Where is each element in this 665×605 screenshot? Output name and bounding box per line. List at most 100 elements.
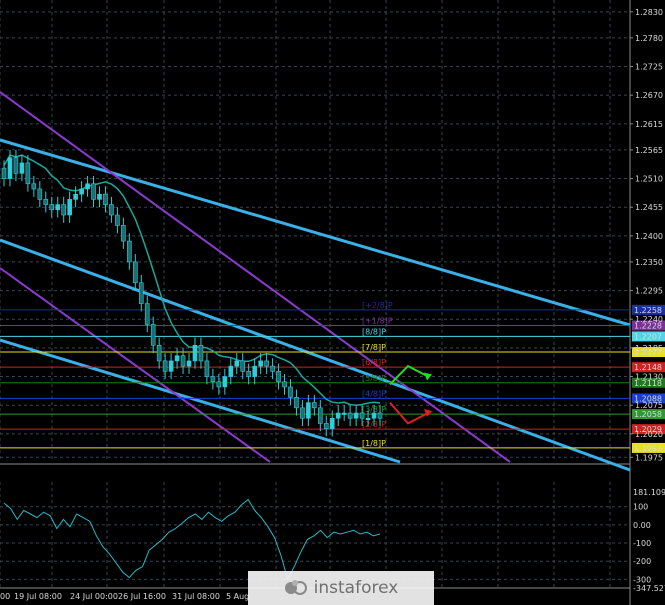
- price-tick-label: 1.2830: [635, 8, 663, 17]
- candle: [204, 360, 210, 377]
- candle: [127, 240, 132, 263]
- level-price-tag-text: 1.1993: [634, 444, 662, 453]
- candle: [73, 193, 78, 200]
- candle: [85, 183, 90, 190]
- candle: [156, 344, 162, 362]
- price-tick-label: 1.2780: [635, 34, 663, 43]
- candle: [258, 360, 263, 367]
- candle: [43, 199, 49, 205]
- candle: [97, 193, 102, 200]
- candle: [144, 303, 150, 325]
- candle: [7, 157, 13, 179]
- candle: [371, 412, 377, 419]
- candle: [109, 204, 114, 216]
- price-tick-label: 1.2295: [635, 287, 663, 296]
- candle: [323, 423, 329, 429]
- level-price-tag-text: 1.2058: [634, 410, 662, 419]
- candle: [270, 365, 275, 372]
- candle: [240, 360, 246, 372]
- price-tick-label: 1.2400: [635, 232, 663, 241]
- candle: [49, 204, 55, 211]
- candle: [61, 204, 66, 216]
- candle: [103, 193, 108, 205]
- level-label: [+2/8]P: [362, 301, 393, 310]
- candle: [115, 214, 120, 226]
- candle: [186, 360, 192, 367]
- candle: [353, 412, 359, 419]
- level-label: [8/8]P: [362, 327, 386, 336]
- candle: [19, 162, 25, 174]
- candle: [180, 355, 186, 367]
- candle: [150, 324, 156, 346]
- candle: [228, 365, 234, 377]
- candle: [276, 371, 281, 383]
- candle: [37, 188, 43, 200]
- candle: [222, 376, 228, 388]
- time-axis: 00 19 Jul 08:00 24 Jul 00:00 26 Jul 16:00 31…: [0, 592, 249, 601]
- osc-tick-label: -347.527: [633, 584, 665, 593]
- candle: [216, 381, 222, 388]
- price-tick-label: 1.2350: [635, 258, 663, 267]
- instaforex-logo-icon: [284, 580, 307, 595]
- price-tick-label: 1.2130: [635, 373, 663, 382]
- price-tick-label: 1.2615: [635, 120, 663, 129]
- time-tick-label: 19 Jul 08:00: [14, 592, 62, 601]
- candle: [365, 417, 371, 421]
- level-label: [7/8]P: [362, 343, 386, 352]
- level-label: [4/8]P: [362, 389, 386, 398]
- osc-tick-label: 0.00: [633, 521, 651, 530]
- candle: [252, 365, 257, 377]
- osc-tick-label: 181.1091: [633, 488, 665, 497]
- instaforex-watermark: instaforex: [248, 571, 434, 605]
- candle: [192, 344, 198, 362]
- candle: [246, 371, 251, 377]
- candle: [121, 225, 126, 242]
- time-tick-label: 26 Jul 16:00: [118, 592, 166, 601]
- candle: [347, 412, 353, 419]
- price-tick-label: 1.2240: [635, 315, 663, 324]
- candle: [174, 355, 180, 362]
- candle: [335, 412, 341, 419]
- candle: [31, 183, 37, 190]
- candle: [55, 204, 61, 211]
- level-label: [5/8]P: [362, 374, 386, 383]
- time-tick-label: 24 Jul 00:00: [70, 592, 118, 601]
- candle: [133, 261, 138, 284]
- price-tick-label: 1.2185: [635, 344, 663, 353]
- candle: [198, 344, 204, 362]
- candle: [294, 397, 299, 409]
- candle: [264, 360, 269, 367]
- candle: [13, 157, 19, 174]
- candle: [288, 386, 293, 398]
- time-tick-label: 31 Jul 08:00: [172, 592, 220, 601]
- price-tick-label: 1.2075: [635, 401, 663, 410]
- chart-canvas: [+2/8]P1.2258[+1/8]P1.2228[8/8]P1.2207[7…: [0, 0, 665, 605]
- watermark-text: instaforex: [313, 578, 399, 598]
- level-label: [+1/8]P: [362, 316, 393, 325]
- candle: [329, 417, 335, 429]
- time-tick-label: 5 Aug: [226, 592, 249, 601]
- candle: [359, 412, 365, 419]
- price-tick-label: 1.2510: [635, 175, 663, 184]
- candle: [67, 199, 72, 216]
- osc-tick-label: -100: [633, 539, 651, 548]
- price-tick-label: 1.2455: [635, 203, 663, 212]
- candle: [25, 162, 31, 185]
- level-price-tag-text: 1.2148: [634, 363, 662, 372]
- price-tick-label: 1.2565: [635, 146, 663, 155]
- candle: [318, 407, 323, 424]
- candle: [234, 360, 240, 367]
- candle: [168, 360, 174, 372]
- candle: [162, 360, 168, 372]
- level-price-tag-text: 1.2207: [634, 332, 662, 341]
- price-tick-label: 1.2670: [635, 91, 663, 100]
- candle: [282, 381, 287, 388]
- price-tick-label: 1.1975: [635, 453, 663, 462]
- level-label: [1/8]P: [362, 439, 386, 448]
- candle: [91, 183, 96, 200]
- candle: [306, 402, 311, 419]
- candle: [377, 412, 383, 419]
- price-tick-label: 1.2020: [635, 430, 663, 439]
- osc-tick-label: 100: [633, 503, 648, 512]
- osc-tick-label: -200: [633, 557, 651, 566]
